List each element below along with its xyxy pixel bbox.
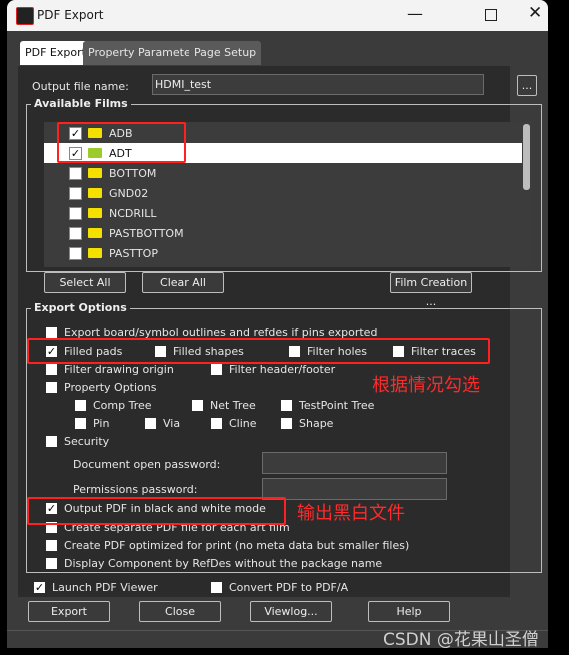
export-options-title: Export Options: [31, 301, 130, 314]
property-options-checkbox[interactable]: [46, 382, 57, 393]
document-password-label: Document open password:: [73, 458, 221, 471]
help-button[interactable]: Help: [368, 601, 450, 622]
film-name: GND02: [109, 187, 149, 200]
permissions-password-label: Permissions password:: [73, 483, 198, 496]
available-films-title: Available Films: [31, 97, 131, 110]
cline-checkbox[interactable]: [211, 418, 222, 429]
testpoint-tree-label[interactable]: TestPoint Tree: [299, 399, 374, 412]
browse-button[interactable]: ...: [517, 75, 537, 96]
tab-property-parameters[interactable]: Property Parameters: [83, 41, 207, 65]
films-highlight-box: [57, 122, 186, 163]
via-checkbox[interactable]: [145, 418, 156, 429]
permissions-password-input[interactable]: [262, 478, 447, 500]
folder-icon: [88, 228, 102, 238]
net-tree-label[interactable]: Net Tree: [210, 399, 256, 412]
app-logo-icon: [16, 7, 34, 25]
launch-viewer-checkbox[interactable]: ✓: [34, 582, 45, 593]
close-button[interactable]: Close: [139, 601, 221, 622]
tab-pdf-export[interactable]: PDF Export: [20, 41, 91, 65]
annotation-note-1: 根据情况勾选: [372, 375, 480, 396]
film-name: PASTTOP: [109, 247, 158, 260]
export-button[interactable]: Export: [28, 601, 110, 622]
film-checkbox[interactable]: [69, 247, 82, 260]
convert-pdfa-label[interactable]: Convert PDF to PDF/A: [229, 581, 348, 594]
film-checkbox[interactable]: [69, 187, 82, 200]
filter-origin-label[interactable]: Filter drawing origin: [64, 363, 174, 376]
film-item[interactable]: PASTTOP: [44, 243, 522, 263]
export-outlines-checkbox[interactable]: [46, 327, 57, 338]
minimize-icon[interactable]: —: [407, 4, 423, 23]
comp-tree-checkbox[interactable]: [75, 400, 86, 411]
shape-label[interactable]: Shape: [299, 417, 333, 430]
tab-page-setup[interactable]: Page Setup: [189, 41, 262, 65]
watermark: CSDN @花果山圣僧: [383, 630, 539, 650]
title-bar: PDF Export — ✕: [7, 0, 548, 31]
via-label[interactable]: Via: [163, 417, 180, 430]
film-item[interactable]: NCDRILL: [44, 203, 522, 223]
film-checkbox[interactable]: [69, 167, 82, 180]
film-checkbox[interactable]: [69, 227, 82, 240]
pin-label[interactable]: Pin: [93, 417, 109, 430]
annotation-note-2: 输出黑白文件: [297, 503, 405, 524]
bw-mode-highlight-box: [27, 497, 286, 525]
security-checkbox[interactable]: [46, 436, 57, 447]
filter-origin-checkbox[interactable]: [46, 364, 57, 375]
film-name: BOTTOM: [109, 167, 157, 180]
clear-all-button[interactable]: Clear All: [142, 272, 224, 293]
folder-icon: [88, 208, 102, 218]
window-title: PDF Export: [37, 8, 104, 22]
film-name: NCDRILL: [109, 207, 157, 220]
filter-header-checkbox[interactable]: [211, 364, 222, 375]
testpoint-tree-checkbox[interactable]: [281, 400, 292, 411]
convert-pdfa-checkbox[interactable]: [211, 582, 222, 593]
output-file-input[interactable]: [152, 74, 484, 95]
folder-icon: [88, 188, 102, 198]
folder-icon: [88, 168, 102, 178]
film-creation-button[interactable]: Film Creation ...: [390, 272, 472, 308]
maximize-icon[interactable]: [485, 9, 497, 21]
optimized-label[interactable]: Create PDF optimized for print (no meta …: [64, 539, 409, 552]
film-item[interactable]: BOTTOM: [44, 163, 522, 183]
document-password-input[interactable]: [262, 452, 447, 474]
display-refdes-label[interactable]: Display Component by RefDes without the …: [64, 557, 382, 570]
films-scrollbar[interactable]: [523, 124, 530, 190]
film-item[interactable]: PASTBOTTOM: [44, 223, 522, 243]
viewlog-button[interactable]: Viewlog...: [250, 601, 332, 622]
film-name: PASTBOTTOM: [109, 227, 184, 240]
film-checkbox[interactable]: [69, 207, 82, 220]
select-all-button[interactable]: Select All: [44, 272, 126, 293]
folder-icon: [88, 248, 102, 258]
filter-header-label[interactable]: Filter header/footer: [229, 363, 335, 376]
close-icon[interactable]: ✕: [528, 3, 542, 23]
property-options-label[interactable]: Property Options: [64, 381, 157, 394]
net-tree-checkbox[interactable]: [192, 400, 203, 411]
launch-viewer-label[interactable]: Launch PDF Viewer: [52, 581, 158, 594]
display-refdes-checkbox[interactable]: [46, 558, 57, 569]
comp-tree-label[interactable]: Comp Tree: [93, 399, 152, 412]
cline-label[interactable]: Cline: [229, 417, 257, 430]
pin-checkbox[interactable]: [75, 418, 86, 429]
security-label[interactable]: Security: [64, 435, 109, 448]
output-file-label: Output file name:: [32, 80, 129, 93]
filter-options-highlight-box: [27, 338, 490, 364]
shape-checkbox[interactable]: [281, 418, 292, 429]
film-item[interactable]: GND02: [44, 183, 522, 203]
optimized-checkbox[interactable]: [46, 540, 57, 551]
